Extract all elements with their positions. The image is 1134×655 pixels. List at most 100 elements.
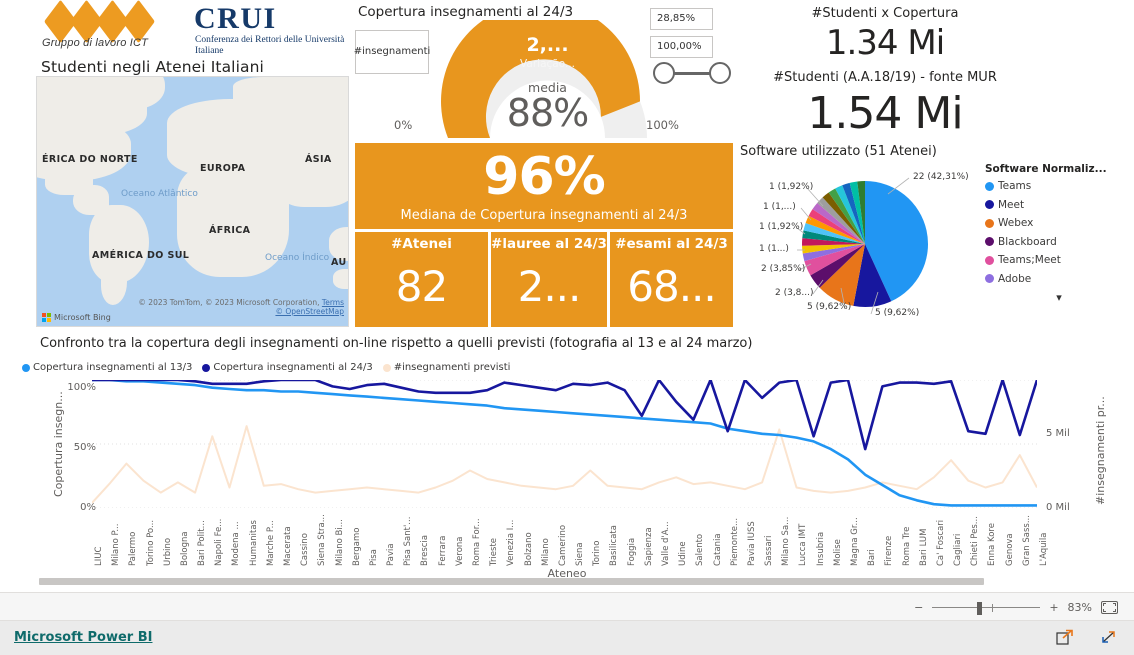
legend-item[interactable]: Blackboard [985,236,1133,248]
gauge-title: Copertura insegnamenti al 24/3 [358,4,574,20]
x-axis-label: Bari [867,549,878,566]
y2-tick-0mil: 0 Mil [1046,502,1070,513]
x-axis-label: Bologna [179,531,190,566]
legend-item-label: Blackboard [998,235,1057,248]
map-terms-link[interactable]: Terms [322,298,344,307]
x-axis-label: Catania [712,533,723,566]
x-axis-label: Verona [454,536,465,567]
x-axis-label: Chieti Pes... [970,516,981,566]
x-axis-label: Milano Bi... [334,519,345,566]
bing-squares-icon [42,313,51,322]
pie-data-label: 2 (3,85%) [761,264,806,274]
kpi-median-coverage[interactable]: 96% Mediana de Copertura insegnamenti al… [355,143,733,229]
pie-data-label: 5 (9,62%) [875,308,920,318]
x-axis-label: Pisa Sant'... [403,516,414,566]
chart-scrollbar-thumb[interactable] [39,578,984,585]
line-legend-label: #insegnamenti previsti [393,362,511,373]
zoom-in-button[interactable]: + [1049,601,1058,614]
x-axis-label: Torino Po... [145,519,156,566]
kpi-atenei[interactable]: #Atenei 82 [355,232,488,327]
diamond-logo-icon [44,0,197,44]
x-axis-label: Salento [695,533,706,566]
share-icon[interactable] [1056,629,1074,649]
bing-logo: Microsoft Bing [42,313,111,322]
map-label-atlantic: Oceano Atlântico [121,189,198,199]
legend-item-label: Webex [998,217,1034,229]
kpi-esami-label: #esami al 24/3 [615,236,728,252]
footer-bar: Microsoft Power BI [0,621,1134,655]
map-label-asia: ÁSIA [305,154,332,165]
line-legend-item[interactable]: Copertura insegnamenti al 24/3 [202,362,373,373]
kpi-median-value: 96% [483,147,605,207]
report-canvas: Gruppo di lavoro ICT CRUI Conferenza dei… [0,0,1134,592]
gauge-target-value: 2,... [526,34,569,56]
zoom-slider[interactable] [932,601,1041,615]
legend-expand-chevron-down-icon[interactable]: ▾ [985,291,1133,304]
fullscreen-icon[interactable] [1100,629,1118,649]
map-osm-link[interactable]: © OpenStreetMap [275,307,344,316]
x-axis-label: Bari LUM [918,528,929,566]
legend-item-label: Adobe [998,272,1032,285]
kpi-atenei-label: #Atenei [391,236,452,252]
line-legend-item[interactable]: Copertura insegnamenti al 13/3 [22,362,192,373]
chart-scroll-track[interactable] [36,578,1098,585]
x-axis-label: Siena [575,542,586,566]
y-tick-50: 50% [73,442,96,453]
legend-item[interactable]: Adobe [985,273,1133,285]
line-legend-item[interactable]: #insegnamenti previsti [382,362,511,373]
software-pie-chart[interactable]: 22 (42,31%) 5 (9,62%) 5 (9,62%) 2 (3,8...) 2… [745,160,985,328]
x-axis-label: Ca' Foscari [935,519,946,566]
x-axis-label: Enna Kore [987,523,998,566]
pie-data-label: 5 (9,62%) [807,302,852,312]
legend-item[interactable]: Meet [985,199,1133,211]
pie-data-label: 1 (1,92%) [769,182,814,192]
x-axis-label: Firenze [884,535,895,566]
kpi-lauree-label: #lauree al 24/3 [491,236,607,252]
range-slider-handle-max[interactable] [709,62,731,84]
zoom-slider-thumb[interactable] [977,601,983,615]
gauge-value: 88% [506,91,589,135]
line-chart-y2-axis-title: #insegnamenti pr... [1094,396,1107,505]
kpi-lauree[interactable]: #lauree al 24/3 2... [491,232,607,327]
x-axis-label: Molise [832,539,843,566]
x-axis-label: Trieste [489,537,500,566]
legend-color-swatch-icon [985,237,994,246]
crui-logo: Gruppo di lavoro ICT CRUI Conferenza dei… [42,0,344,56]
power-bi-link[interactable]: Microsoft Power BI [14,630,152,645]
x-axis-label: Napoli Fe... [214,518,225,566]
legend-item[interactable]: Teams;Meet [985,254,1133,266]
map-label-south-america: AMÉRICA DO SUL [92,250,190,261]
line-chart-title: Confronto tra la copertura degli insegna… [40,336,753,351]
x-axis-label: Pisa [368,549,379,566]
legend-item[interactable]: Webex [985,217,1133,229]
line-legend-swatch-icon [382,363,391,372]
fit-to-page-icon[interactable] [1101,601,1118,614]
legend-item[interactable]: Teams [985,180,1133,192]
x-axis-label: Humanitas [248,520,259,566]
crui-acronym: CRUI [194,2,277,35]
map-label-australia: AU [331,257,347,268]
x-axis-label: Siena Stra... [317,514,328,566]
x-axis-label: Camerino [557,524,568,566]
students-total-label: #Studenti (A.A.18/19) - fonte MUR [773,70,997,85]
line-legend-label: Copertura insegnamenti al 13/3 [33,362,193,373]
zoom-out-button[interactable]: − [914,601,923,614]
pie-data-label: 1 (1...) [759,244,789,254]
x-axis-label: Insubria [815,531,826,566]
insegnamenti-slicer[interactable]: #insegnamenti [354,30,430,74]
line-legend-swatch-icon [22,363,30,372]
world-map-visual[interactable]: ÉRICA DO NORTE EUROPA ÁSIA ÁFRICA AMÉRIC… [36,76,349,327]
x-axis-label: Palermo [128,531,139,566]
line-legend-swatch-icon [202,363,211,372]
power-bi-report-page: Gruppo di lavoro ICT CRUI Conferenza dei… [0,0,1134,655]
logo-caption: Gruppo di lavoro ICT [42,37,149,49]
x-axis-label: Valle d'A... [661,521,671,566]
x-axis-label: Pavia [386,543,397,566]
legend-item-label: Teams [998,180,1032,192]
kpi-esami[interactable]: #esami al 24/3 68... [610,232,733,327]
pie-data-label: 1 (1,92%) [759,222,804,232]
pie-legend-title: Software Normaliz... [985,163,1107,175]
coverage-gauge[interactable]: 2,... Variação... media 88% [430,20,665,138]
map-label-indian: Oceano Índico [265,253,330,263]
x-axis-label: Genova [1004,533,1015,566]
